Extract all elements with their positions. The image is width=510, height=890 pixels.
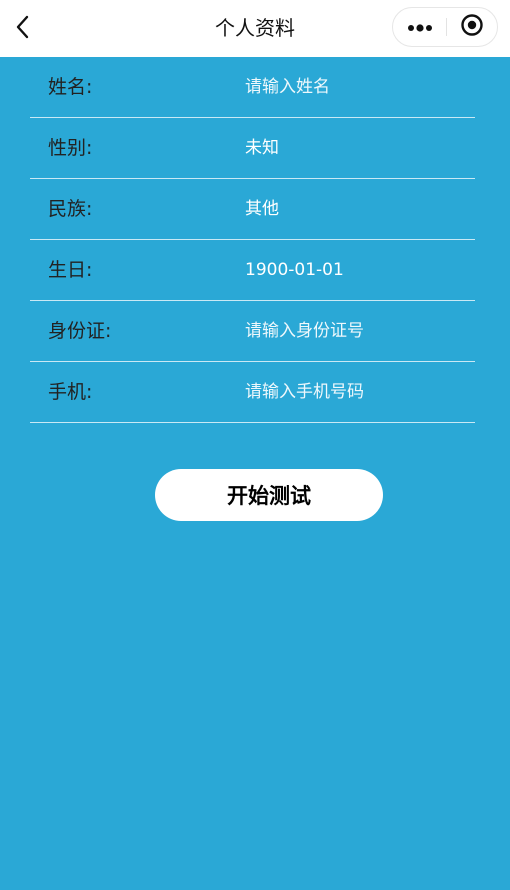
gender-picker[interactable]: 未知: [245, 118, 279, 178]
ethnicity-label: 民族:: [48, 198, 93, 220]
more-dots-icon: [407, 18, 433, 37]
phone-input[interactable]: 请输入手机号码: [245, 362, 364, 422]
ethnicity-picker[interactable]: 其他: [245, 179, 279, 239]
name-field[interactable]: 姓名: 请输入姓名: [30, 57, 475, 118]
profile-page: 个人资料 姓名: 请输入姓名 性别: 未知 民族: 其他 生日: 1900-01…: [0, 0, 510, 890]
name-input[interactable]: 请输入姓名: [245, 57, 330, 117]
id-card-label: 身份证:: [48, 320, 112, 342]
id-card-field[interactable]: 身份证: 请输入身份证号: [30, 301, 475, 362]
gender-label: 性别:: [48, 137, 93, 159]
ethnicity-field[interactable]: 民族: 其他: [30, 179, 475, 240]
target-circle-icon: [460, 13, 484, 41]
birthday-field[interactable]: 生日: 1900-01-01: [30, 240, 475, 301]
birthday-label: 生日:: [48, 259, 93, 281]
mini-program-capsule: [392, 7, 498, 47]
close-mini-program-button[interactable]: [447, 8, 497, 46]
navigation-bar: 个人资料: [0, 0, 510, 57]
gender-field[interactable]: 性别: 未知: [30, 118, 475, 179]
profile-form: 姓名: 请输入姓名 性别: 未知 民族: 其他 生日: 1900-01-01 身…: [30, 57, 475, 423]
name-label: 姓名:: [48, 76, 93, 98]
id-card-input[interactable]: 请输入身份证号: [245, 301, 364, 361]
phone-label: 手机:: [48, 381, 93, 403]
phone-field[interactable]: 手机: 请输入手机号码: [30, 362, 475, 423]
birthday-picker[interactable]: 1900-01-01: [245, 240, 344, 300]
start-test-button[interactable]: 开始测试: [155, 469, 383, 521]
more-button[interactable]: [393, 8, 446, 46]
